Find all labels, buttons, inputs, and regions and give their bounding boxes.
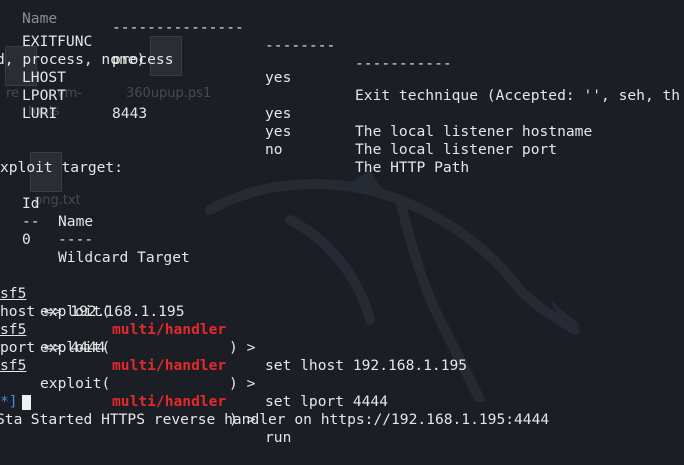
- target-name: Wildcard Target: [58, 249, 190, 266]
- exploit-target-heading: xploit target:: [0, 159, 124, 176]
- console-prompt-line: sf5 exploit( multi/handler ) > set lhost…: [0, 267, 684, 374]
- option-description: The HTTP Path: [355, 159, 470, 176]
- console-output-line: port => 4444: [0, 321, 684, 356]
- option-name: LURI: [22, 105, 58, 122]
- prompt-module: multi/handler: [112, 357, 227, 374]
- terminal-line: -- ----: [0, 195, 684, 248]
- console-input-line[interactable]: Sta: [0, 393, 684, 428]
- table-row: LHOST yes The local listener hostname: [0, 51, 684, 140]
- table-row: LURI no The HTTP Path: [0, 87, 684, 176]
- option-setting: 8443: [112, 105, 148, 122]
- terminal-line: d, process, none): [0, 33, 684, 68]
- option-required: yes: [265, 123, 292, 140]
- table-row: LPORT 8443 yes The local listener port: [0, 69, 684, 158]
- option-required: yes: [265, 105, 292, 122]
- target-id: 0: [22, 231, 31, 248]
- table-header: Id Name: [0, 177, 684, 230]
- console-command: run: [265, 429, 292, 446]
- status-line: *] Started HTTPS reverse handler on http…: [0, 375, 684, 428]
- text-cursor: [22, 395, 31, 410]
- status-text: Started HTTPS reverse handler on https:/…: [22, 411, 550, 428]
- option-description: The local listener hostname: [355, 123, 593, 140]
- console-command: set lhost 192.168.1.195: [265, 357, 468, 374]
- terminal-line: xploit target:: [0, 141, 684, 176]
- console-output-line: host => 192.168.1.195: [0, 285, 684, 320]
- table-row: EXITFUNC process yes Exit technique (Acc…: [0, 15, 684, 104]
- console-input-text: Sta: [0, 411, 23, 428]
- target-sep-name: ----: [58, 231, 94, 248]
- console-prompt-line: sf5 exploit( multi/handler ) > set lport…: [0, 303, 684, 410]
- table-row: 0 Wildcard Target: [0, 213, 684, 266]
- console-prompt-line: sf5 exploit( multi/handler ) > run: [0, 339, 684, 446]
- prompt-prefix: sf5: [0, 357, 27, 374]
